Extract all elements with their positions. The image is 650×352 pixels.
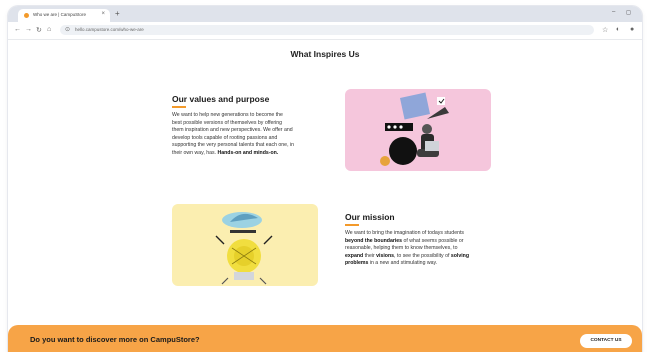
banner-text: Do you want to discover more on CampuSto… (30, 335, 200, 344)
mission-illustration (172, 204, 318, 286)
contact-us-button[interactable]: CONTACT US (580, 334, 632, 348)
new-tab-button[interactable]: + (115, 9, 120, 18)
values-illustration (345, 89, 491, 171)
values-accent-line (172, 106, 186, 108)
cta-banner: Do you want to discover more on CampuSto… (8, 325, 642, 352)
minimize-icon[interactable]: – (612, 9, 615, 15)
bookmark-star-icon[interactable]: ☆ (602, 26, 608, 34)
address-bar[interactable]: ⊙ hello.campustore.com/who-we-are (60, 25, 594, 35)
values-heading: Our values and purpose (172, 94, 270, 104)
url-text: hello.campustore.com/who-we-are (75, 27, 144, 32)
extensions-icon[interactable]: ◐ (616, 26, 620, 33)
maximize-icon[interactable]: ◻ (626, 9, 631, 16)
favicon-icon (24, 13, 29, 18)
tab-title: Who we are | CampuStore (33, 12, 86, 17)
lock-icon: ⊙ (65, 27, 71, 33)
browser-toolbar: ← → ↻ ⌂ ⊙ hello.campustore.com/who-we-ar… (8, 22, 642, 40)
mission-accent-line (345, 224, 359, 226)
reload-icon[interactable]: ↻ (36, 26, 42, 34)
forward-icon[interactable]: → (25, 26, 32, 33)
mission-heading: Our mission (345, 212, 395, 222)
back-icon[interactable]: ← (14, 26, 21, 33)
tab-close-icon[interactable]: × (101, 11, 105, 17)
page-title: What Inspires Us (290, 49, 360, 59)
browser-tab[interactable]: Who we are | CampuStore × (18, 9, 110, 22)
values-text: We want to help new generations to becom… (172, 112, 294, 156)
profile-icon[interactable]: ● (630, 26, 634, 33)
tab-strip: Who we are | CampuStore × + – ◻ (8, 6, 642, 22)
home-icon[interactable]: ⌂ (47, 26, 51, 33)
mission-text: We want to bring the imagination of toda… (345, 230, 470, 267)
